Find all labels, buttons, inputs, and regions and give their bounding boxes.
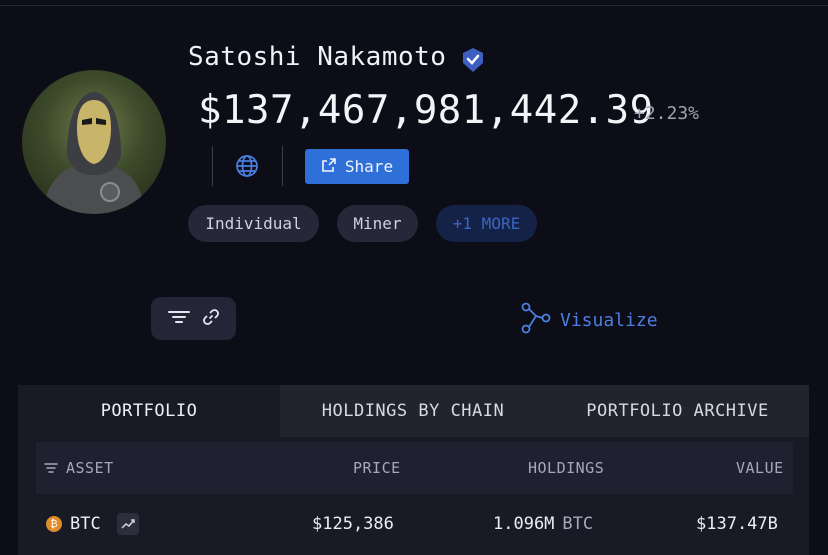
sort-icon <box>44 459 58 477</box>
avatar-image <box>42 92 146 214</box>
holdings-unit: BTC <box>562 514 594 534</box>
holdings-column-header[interactable]: HOLDINGS <box>528 442 604 494</box>
asset-symbol: BTC <box>70 514 101 534</box>
visualize-label: Visualize <box>560 310 658 331</box>
tag-individual[interactable]: Individual <box>188 205 319 242</box>
net-worth: $137,467,981,442.39 <box>198 88 654 133</box>
globe-icon[interactable] <box>233 152 261 180</box>
tag-miner[interactable]: Miner <box>337 205 418 242</box>
price-column-header[interactable]: PRICE <box>353 442 401 494</box>
asset-header-label: ASSET <box>66 459 114 477</box>
value-column-header[interactable]: VALUE <box>736 442 784 494</box>
price-cell: $125,386 <box>312 514 394 534</box>
share-label: Share <box>344 157 394 176</box>
trend-icon[interactable] <box>116 513 139 535</box>
holdings-cell: 1.096M BTC <box>493 503 593 545</box>
divider <box>282 146 283 186</box>
link-icon[interactable] <box>202 308 220 330</box>
avatar <box>22 70 166 214</box>
value-cell: $137.47B <box>696 514 778 534</box>
asset-cell: ₿ BTC <box>46 503 139 545</box>
tab-holdings-by-chain[interactable]: HOLDINGS BY CHAIN <box>280 385 546 437</box>
table-row[interactable]: ₿ BTC $125,386 1.096M BTC $137.47B <box>36 503 793 545</box>
tab-portfolio[interactable]: PORTFOLIO <box>18 385 280 437</box>
portfolio-panel: PORTFOLIO HOLDINGS BY CHAIN PORTFOLIO AR… <box>18 385 809 555</box>
share-button[interactable]: Share <box>305 149 409 184</box>
asset-column-header[interactable]: ASSET <box>44 442 114 494</box>
bitcoin-icon: ₿ <box>46 516 62 532</box>
divider <box>212 146 213 186</box>
top-divider <box>0 5 828 6</box>
external-link-icon <box>321 157 337 177</box>
holdings-amount: 1.096M <box>493 514 555 534</box>
net-worth-change: +2.23% <box>634 103 700 124</box>
filter-link-toolbar <box>151 297 236 340</box>
profile-name: Satoshi Nakamoto <box>188 42 447 72</box>
visualize-button[interactable]: Visualize <box>520 302 658 339</box>
tab-portfolio-archive[interactable]: PORTFOLIO ARCHIVE <box>546 385 809 437</box>
table-header: ASSET PRICE HOLDINGS VALUE <box>36 442 793 494</box>
verified-badge-icon <box>460 47 486 73</box>
tag-more-button[interactable]: +1 MORE <box>436 205 537 242</box>
graph-icon <box>520 302 552 339</box>
filter-icon[interactable] <box>167 309 190 329</box>
